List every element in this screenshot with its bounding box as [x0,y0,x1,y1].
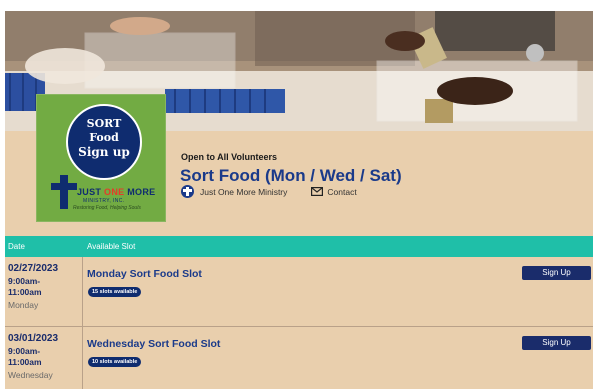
column-header-date: Date [8,242,25,251]
logo-brand: JUST ONE MORE [77,187,155,197]
contact-link[interactable]: Contact [311,186,357,197]
availability-badge: 15 slots available [88,287,142,297]
slot-day: Monday [8,300,39,310]
organizer-name: Just One More Ministry [200,186,288,197]
slot-time-end: 11:00am [8,357,42,367]
slot-time-start: 9:00am- [8,346,41,356]
logo-brand-post: MORE [124,187,156,197]
logo-brand-mid: ONE [104,187,125,197]
logo-line3: Sign up [78,145,130,159]
envelope-icon [311,187,324,196]
event-logo: SORT Food Sign up JUST ONE MORE MINISTRY… [36,94,166,222]
logo-line1: SORT [86,117,122,130]
slot-time-start: 9:00am- [8,276,41,286]
table-row: 02/27/2023 9:00am- 11:00am Monday Monday… [5,257,593,327]
table-header: Date Available Slot [5,236,593,257]
slot-time-end: 11:00am [8,287,42,297]
slot-title: Wednesday Sort Food Slot [87,338,221,350]
slot-title: Monday Sort Food Slot [87,268,202,280]
contact-label: Contact [327,186,357,197]
logo-subtitle: MINISTRY, INC. [83,198,125,204]
slot-date: 03/01/2023 [8,333,59,344]
column-header-slot: Available Slot [87,242,136,251]
event-meta: Just One More Ministry Contact [181,185,357,198]
page-title: Sort Food (Mon / Wed / Sat) [180,166,402,185]
date-cell: 03/01/2023 9:00am- 11:00am Wednesday [5,327,83,389]
logo-badge: SORT Food Sign up [66,104,142,180]
sign-up-button[interactable]: Sign Up [522,266,591,280]
logo-line2: Food [89,131,119,144]
page: SORT Food Sign up JUST ONE MORE MINISTRY… [5,11,593,389]
date-cell: 02/27/2023 9:00am- 11:00am Monday [5,257,83,326]
event-eyebrow: Open to All Volunteers [181,152,278,162]
availability-badge: 10 slots available [88,357,142,367]
logo-tagline: Restoring Food, Helping Souls [73,205,141,211]
logo-cross-icon [51,175,77,209]
slot-day: Wednesday [8,370,53,380]
logo-brand-pre: JUST [77,187,105,197]
table-row: 03/01/2023 9:00am- 11:00am Wednesday Wed… [5,327,593,389]
sign-up-button[interactable]: Sign Up [522,336,591,350]
slot-date: 02/27/2023 [8,263,59,274]
cross-icon [181,185,194,198]
